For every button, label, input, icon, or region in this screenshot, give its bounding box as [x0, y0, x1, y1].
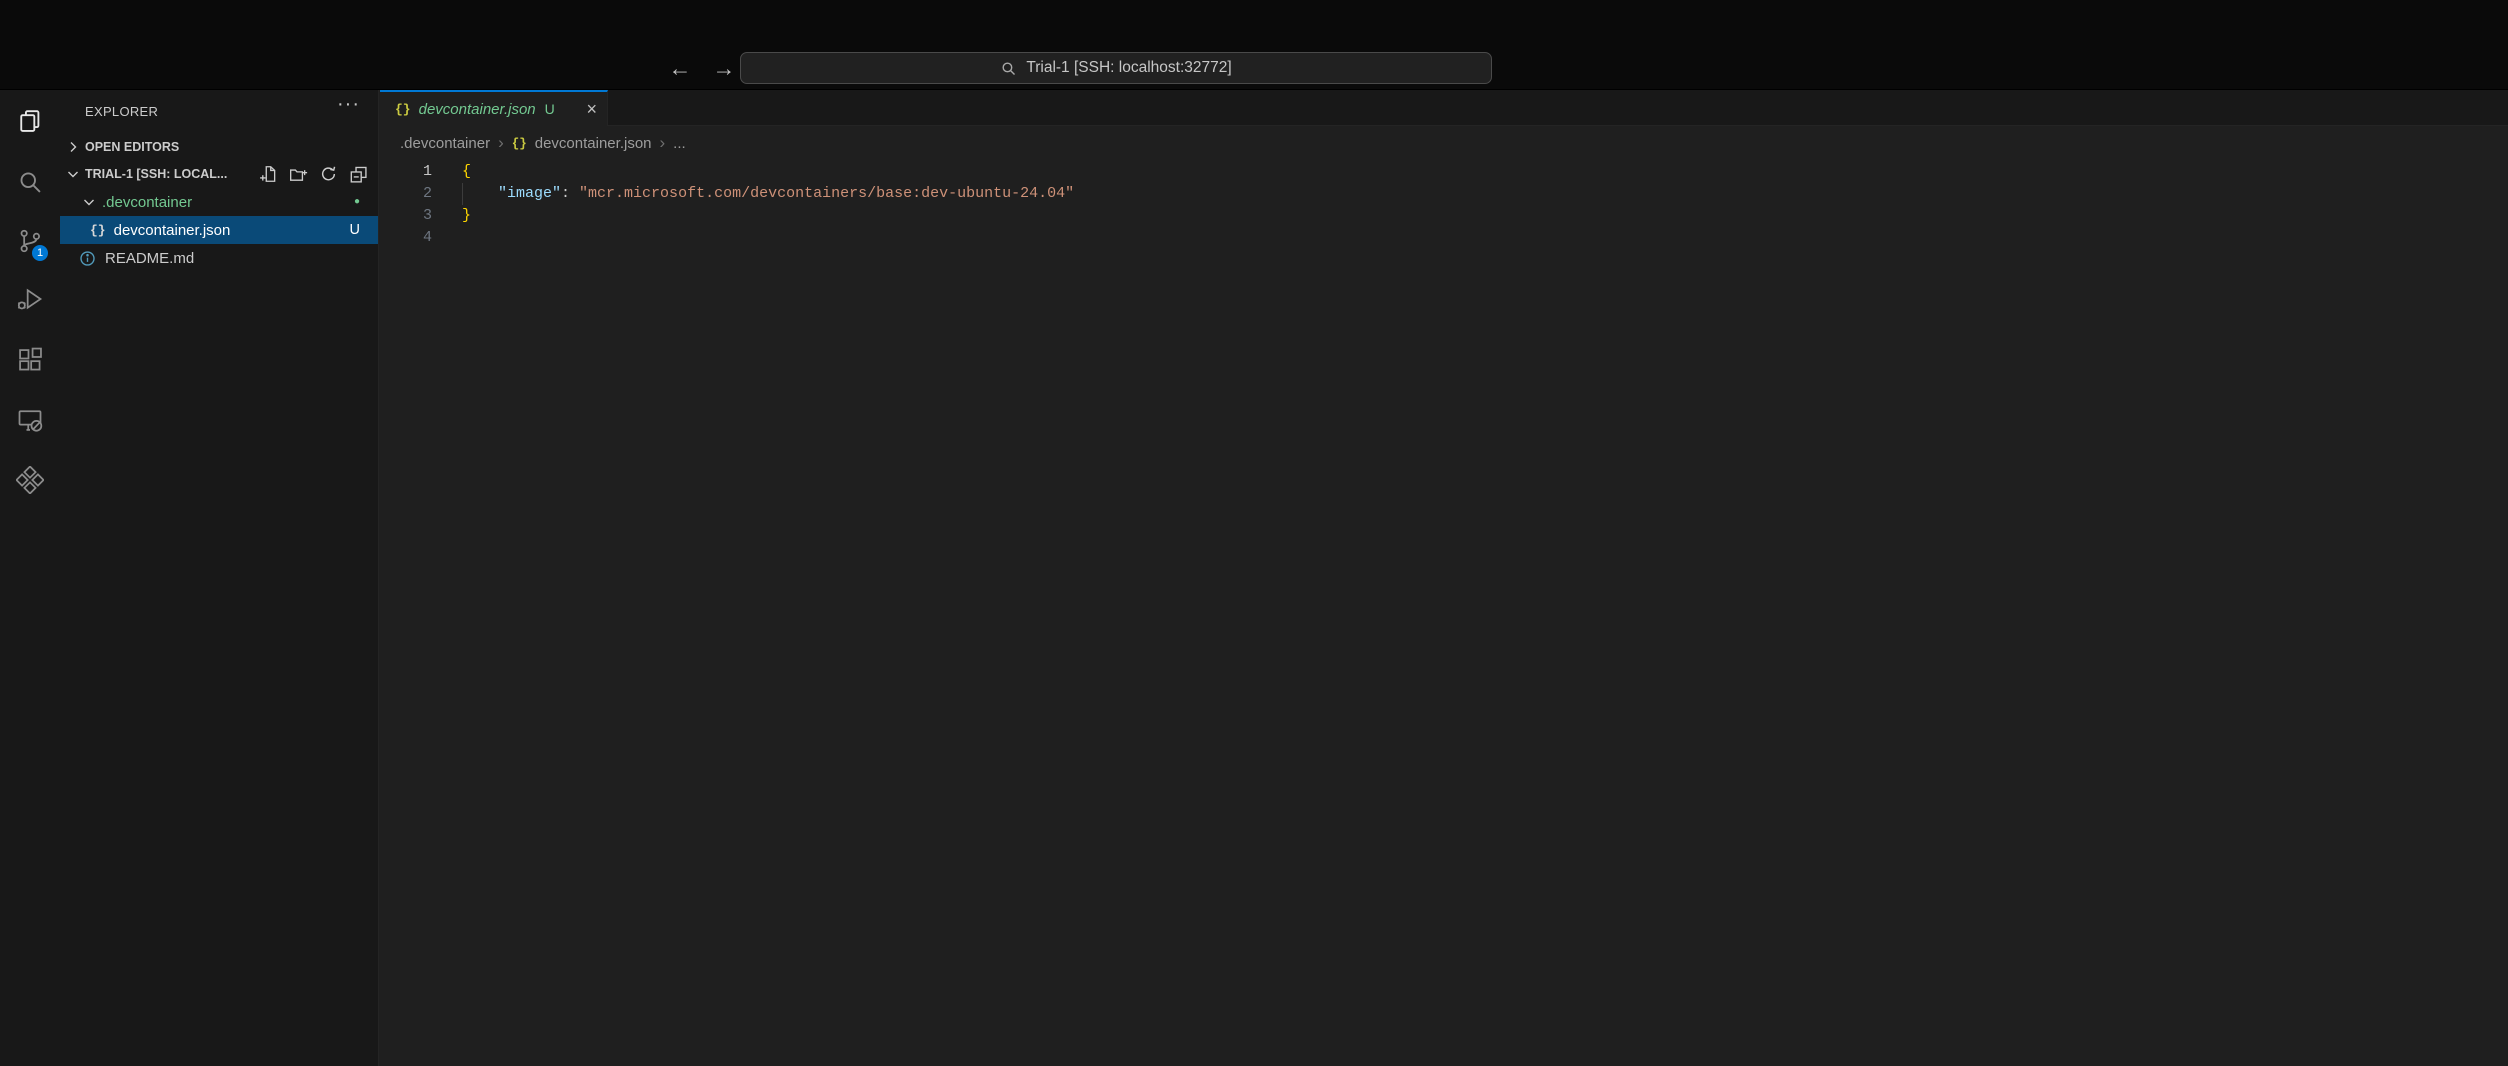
workspace-section-header[interactable]: TRIAL-1 [SSH: LOCAL... — [60, 160, 378, 188]
refresh-icon[interactable] — [319, 165, 338, 183]
code-line: 3 } — [380, 205, 2508, 227]
code-token: "mcr.microsoft.com/devcontainers/base:de… — [579, 185, 1074, 202]
code-token: : — [561, 185, 579, 202]
tab-devcontainer-json[interactable]: {} devcontainer.json U × — [380, 90, 608, 126]
command-center-label: Trial-1 [SSH: localhost:32772] — [1026, 59, 1231, 77]
chevron-right-icon — [65, 139, 81, 155]
line-number: 3 — [380, 205, 432, 227]
tree-item-readme[interactable]: README.md — [60, 244, 378, 272]
line-number: 2 — [380, 183, 432, 205]
nav-forward-icon[interactable]: → — [706, 50, 742, 86]
tree-item-devcontainer-folder[interactable]: .devcontainer ● — [60, 188, 378, 216]
json-file-icon: {} — [90, 223, 106, 238]
nav-back-icon[interactable]: ← — [662, 50, 698, 86]
extensions-icon[interactable] — [16, 346, 44, 374]
code-token: { — [462, 163, 471, 180]
indent-guide — [462, 183, 463, 205]
json-file-icon: {} — [512, 137, 527, 151]
code-line: 2 "image": "mcr.microsoft.com/devcontain… — [380, 183, 2508, 205]
search-icon — [1000, 60, 1017, 77]
more-actions-icon[interactable]: ··· — [337, 93, 360, 116]
chevron-right-icon: › — [498, 133, 504, 153]
workspace-label: TRIAL-1 [SSH: LOCAL... — [85, 167, 227, 181]
collapse-all-icon[interactable] — [349, 165, 368, 183]
command-center-search[interactable]: Trial-1 [SSH: localhost:32772] — [740, 52, 1492, 84]
activity-bar: 1 — [0, 90, 60, 1066]
source-control-badge: 1 — [30, 243, 50, 263]
folder-label: .devcontainer — [102, 194, 192, 211]
git-change-dot: ● — [354, 188, 360, 216]
history-nav: ← → — [662, 50, 742, 86]
new-folder-icon[interactable] — [289, 165, 308, 183]
explorer-icon[interactable] — [16, 107, 44, 135]
json-file-icon: {} — [395, 102, 411, 117]
tree-item-devcontainer-json[interactable]: {} devcontainer.json U — [60, 216, 378, 244]
close-icon[interactable]: × — [586, 100, 597, 118]
breadcrumb-file[interactable]: devcontainer.json — [535, 135, 652, 152]
title-bar: ← → Trial-1 [SSH: localhost:32772] — [0, 0, 2508, 90]
line-number: 4 — [380, 227, 432, 249]
breadcrumb: .devcontainer › {} devcontainer.json › .… — [380, 126, 2508, 161]
code-token: } — [462, 207, 471, 224]
remote-explorer-icon[interactable] — [16, 406, 44, 434]
code-token: "image" — [498, 185, 561, 202]
tab-bar: {} devcontainer.json U × — [380, 90, 2508, 126]
file-label: devcontainer.json — [114, 222, 231, 239]
open-editors-section-header[interactable]: OPEN EDITORS — [60, 134, 378, 160]
sidebar-title: EXPLORER — [85, 104, 158, 119]
code-line: 1 { — [380, 161, 2508, 183]
code-editor[interactable]: 1 { 2 "image": "mcr.microsoft.com/devcon… — [380, 161, 2508, 1066]
chevron-right-icon: › — [660, 133, 666, 153]
code-line: 4 — [380, 227, 2508, 249]
editor-group: {} devcontainer.json U × .devcontainer ›… — [380, 90, 2508, 1066]
dev-containers-icon[interactable] — [16, 466, 44, 494]
file-label: README.md — [105, 250, 194, 267]
chevron-down-icon — [81, 194, 97, 210]
open-editors-label: OPEN EDITORS — [85, 140, 179, 154]
vscode-window: { "titlebar": { "back_icon": "←", "forwa… — [0, 0, 2508, 1066]
chevron-down-icon — [65, 166, 81, 182]
search-view-icon[interactable] — [16, 168, 44, 196]
new-file-icon[interactable] — [259, 165, 278, 183]
line-number: 1 — [380, 161, 432, 183]
git-untracked-badge: U — [545, 101, 555, 117]
git-untracked-badge: U — [350, 222, 360, 238]
run-and-debug-icon[interactable] — [16, 285, 44, 313]
explorer-toolbar — [259, 165, 368, 183]
info-file-icon — [79, 250, 96, 267]
breadcrumb-symbol-ellipsis[interactable]: ... — [673, 135, 686, 152]
code-token — [462, 185, 498, 202]
tab-label: devcontainer.json — [419, 101, 536, 118]
explorer-sidebar: EXPLORER ··· OPEN EDITORS TRIAL-1 [SSH: … — [60, 90, 379, 1066]
breadcrumb-folder[interactable]: .devcontainer — [400, 135, 490, 152]
